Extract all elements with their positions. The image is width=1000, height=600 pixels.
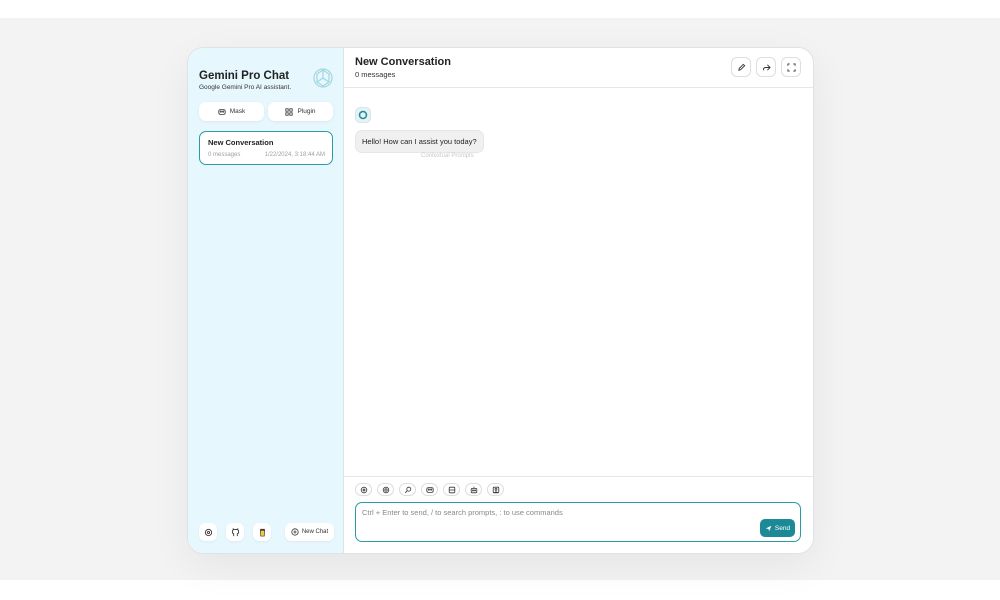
settings-icon xyxy=(204,528,212,536)
chat-panel: New Conversation 0 messages Hello! How c… xyxy=(344,48,813,553)
plus-circle-icon xyxy=(291,528,299,536)
prompt-icon xyxy=(404,486,411,493)
chat-title: New Conversation xyxy=(355,56,451,68)
chat-message-count: 0 messages xyxy=(355,70,396,79)
mask-icon xyxy=(218,108,226,115)
toolbar-image-button[interactable] xyxy=(487,483,504,496)
plugin-button[interactable]: Plugin xyxy=(268,102,333,121)
chat-header: New Conversation 0 messages xyxy=(344,48,813,88)
send-button[interactable]: Send xyxy=(760,519,795,537)
settings-button[interactable] xyxy=(199,523,217,541)
send-label: Send xyxy=(774,524,791,532)
input-area: Send xyxy=(344,476,813,553)
contextual-prompts-label[interactable]: Contextual Prompts xyxy=(421,153,474,159)
share-icon xyxy=(762,63,771,71)
chat-item-title: New Conversation xyxy=(208,138,274,147)
openai-logo-icon xyxy=(313,68,333,88)
toolbar-mask-button[interactable] xyxy=(421,483,438,496)
new-chat-button[interactable]: New Chat xyxy=(285,523,334,541)
chat-item-date: 1/22/2024, 3:18:44 AM xyxy=(264,152,325,158)
toolbar-theme-button[interactable] xyxy=(377,483,394,496)
coffee-button[interactable] xyxy=(253,523,271,541)
openai-logo-icon xyxy=(358,110,368,120)
theme-icon xyxy=(382,486,389,493)
mask-icon xyxy=(425,486,434,493)
bot-avatar xyxy=(355,107,371,123)
mask-label: Mask xyxy=(229,108,246,115)
plugin-label: Plugin xyxy=(297,108,316,115)
robot-icon xyxy=(470,486,477,493)
app-title: Gemini Pro Chat xyxy=(199,70,290,82)
toolbar-settings-button[interactable] xyxy=(355,483,372,496)
image-icon xyxy=(492,486,499,493)
fullscreen-button[interactable] xyxy=(781,57,801,77)
settings-icon xyxy=(360,486,367,493)
share-button[interactable] xyxy=(756,57,776,77)
plugin-icon xyxy=(285,107,294,116)
coffee-icon xyxy=(259,528,265,536)
github-icon xyxy=(231,527,239,536)
message-input-box: Send xyxy=(355,502,801,542)
chat-item-count: 0 messages xyxy=(208,152,241,158)
toolbar-clear-button[interactable] xyxy=(443,483,460,496)
chat-list-item[interactable]: New Conversation 0 messages 1/22/2024, 3… xyxy=(199,131,333,165)
edit-button[interactable] xyxy=(731,57,751,77)
toolbar-prompt-button[interactable] xyxy=(399,483,416,496)
mask-button[interactable]: Mask xyxy=(199,102,264,121)
clear-icon xyxy=(448,486,455,493)
app-subtitle: Google Gemini Pro AI assistant. xyxy=(199,84,292,91)
edit-icon xyxy=(737,63,745,71)
fullscreen-icon xyxy=(786,62,796,72)
toolbar-robot-button[interactable] xyxy=(465,483,482,496)
message-input[interactable] xyxy=(362,508,692,522)
send-icon xyxy=(765,525,772,531)
app-window: Gemini Pro Chat Google Gemini Pro AI ass… xyxy=(187,47,814,554)
github-button[interactable] xyxy=(226,523,244,541)
new-chat-label: New Chat xyxy=(301,529,329,535)
bot-message: Hello! How can I assist you today? xyxy=(355,130,484,153)
sidebar: Gemini Pro Chat Google Gemini Pro AI ass… xyxy=(188,48,344,553)
